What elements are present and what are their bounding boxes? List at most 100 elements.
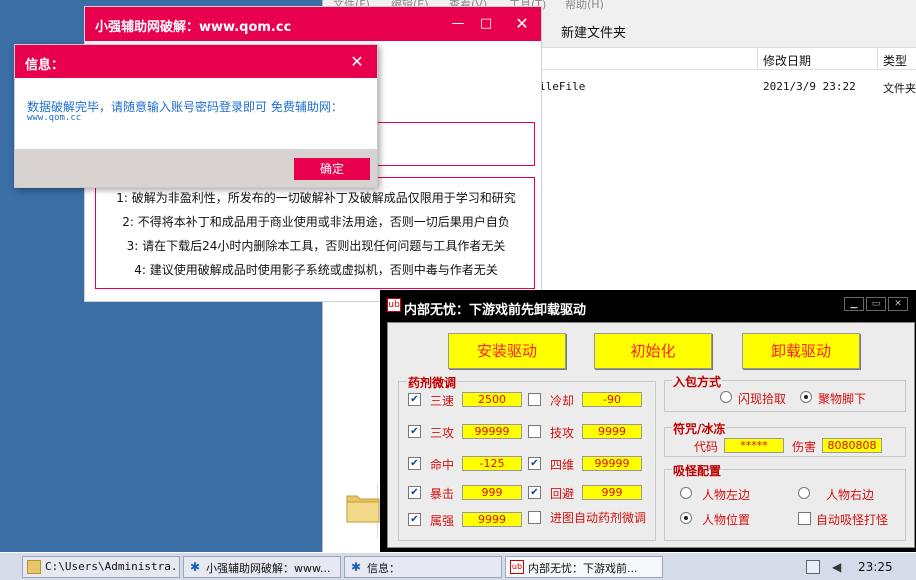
absorb-position-radio[interactable]	[680, 512, 692, 524]
auto-absorb-label: 自动吸怪打怪	[816, 513, 889, 527]
column-separator[interactable]	[877, 48, 878, 70]
absorb-left-radio[interactable]	[680, 487, 692, 499]
skill-attack-label: 技攻	[550, 426, 575, 440]
app-icon: ✱	[189, 560, 201, 574]
info-url: www.qom.cc	[27, 113, 82, 123]
tool-title: 内部无忧：下游戏前先卸载驱动	[404, 303, 587, 318]
auto-potion-checkbox[interactable]	[528, 511, 541, 524]
tool-window: ub 内部无忧：下游戏前先卸载驱动 ▁ ▭ ✕ 安装驱动 初始化 卸载驱动 药剂…	[380, 290, 916, 552]
speed-value[interactable]: 2500	[462, 392, 522, 407]
code-label: 代码	[694, 440, 719, 454]
absorb-right-radio[interactable]	[798, 487, 810, 499]
initialize-button[interactable]: 初始化	[594, 333, 712, 369]
notice-line-1: 1: 破解为非盈利性，所发布的一切破解补丁及破解成品仅限用于学习和研究	[116, 191, 516, 205]
pickup-flash-radio[interactable]	[720, 391, 732, 403]
pickup-flash-label: 闪现拾取	[738, 392, 787, 406]
info-dialog-footer: 确定	[15, 149, 377, 187]
hit-label: 命中	[430, 458, 455, 472]
potion-group-title: 药剂微调	[407, 374, 458, 391]
stats-label: 四维	[550, 458, 575, 472]
clock[interactable]: 23:25	[858, 560, 893, 574]
element-value[interactable]: 9999	[462, 512, 522, 527]
crit-checkbox[interactable]: ✔	[408, 486, 421, 499]
absorb-group	[664, 469, 906, 541]
hit-checkbox[interactable]: ✔	[408, 457, 421, 470]
file-modified: 2021/3/9 23:22	[763, 80, 856, 93]
maximize-icon[interactable]: □	[475, 13, 497, 35]
code-value[interactable]: *****	[724, 438, 784, 453]
uninstall-driver-button[interactable]: 卸载驱动	[742, 333, 860, 369]
dodge-checkbox[interactable]: ✔	[528, 486, 541, 499]
close-icon[interactable]: ✕	[511, 13, 533, 35]
volume-icon[interactable]: ◀	[832, 560, 846, 574]
crack-dialog-title: 小强辅助网破解：www.qom.cc	[95, 20, 292, 35]
crit-value[interactable]: 999	[462, 485, 522, 500]
stats-checkbox[interactable]: ✔	[528, 457, 541, 470]
notice-line-4: 4: 建议使用破解成品时使用影子系统或虚拟机，否则中毒与作者无关	[134, 263, 498, 277]
taskbar-item-crack-dialog[interactable]: ✱ 小强辅助网破解：www...	[183, 556, 341, 578]
cooldown-label: 冷却	[550, 394, 575, 408]
pickup-group-title: 入包方式	[672, 373, 723, 390]
taskbar-item-label: C:\Users\Administra...	[45, 560, 180, 573]
menu-help[interactable]: 帮助(H)	[565, 0, 604, 10]
speed-label: 三速	[430, 394, 455, 408]
file-type: 文件夹	[883, 82, 916, 95]
hit-value[interactable]: -125	[462, 456, 522, 471]
cooldown-value[interactable]: -90	[582, 392, 642, 407]
element-label: 属强	[430, 514, 455, 528]
close-icon[interactable]: ✕	[888, 297, 908, 311]
taskbar-item-explorer[interactable]: C:\Users\Administra...	[22, 556, 180, 578]
new-folder-button[interactable]: 新建文件夹	[561, 22, 626, 41]
network-icon[interactable]	[806, 560, 820, 574]
pickup-feet-radio[interactable]	[800, 391, 812, 403]
crack-dialog-notice-box: 1: 破解为非盈利性，所发布的一切破解补丁及破解成品仅限用于学习和研究 2: 不…	[95, 177, 535, 289]
speed-checkbox[interactable]: ✔	[408, 393, 421, 406]
skill-attack-checkbox[interactable]	[528, 425, 541, 438]
install-driver-button[interactable]: 安装驱动	[448, 333, 566, 369]
minimize-icon[interactable]: —	[447, 13, 469, 35]
minimize-icon[interactable]: ▁	[844, 297, 864, 311]
attack-checkbox[interactable]: ✔	[408, 425, 421, 438]
notice-line-2: 2: 不得将本补丁和成品用于商业使用或非法用途，否则一切后果用户自负	[122, 215, 510, 229]
pickup-feet-label: 聚物脚下	[818, 392, 867, 406]
skill-attack-value[interactable]: 9999	[582, 424, 642, 439]
crack-dialog-titlebar[interactable]: 小强辅助网破解：www.qom.cc — □ ✕	[85, 7, 541, 41]
taskbar-item-tool[interactable]: ub 内部无忧：下游戏前...	[505, 556, 663, 578]
crit-label: 暴击	[430, 487, 455, 501]
stats-value[interactable]: 99999	[582, 456, 642, 471]
freeze-group-title: 符咒/冰冻	[672, 420, 727, 437]
absorb-left-label: 人物左边	[702, 488, 751, 502]
damage-value[interactable]: 8080808	[822, 438, 882, 453]
tool-body: 安装驱动 初始化 卸载驱动 药剂微调 ✔ 三速 2500 冷却 -90 ✔ 三攻…	[387, 322, 915, 548]
ok-button[interactable]: 确定	[294, 158, 370, 180]
info-dialog-titlebar[interactable]: 信息： ✕	[15, 45, 377, 78]
folder-icon	[27, 560, 41, 574]
column-separator[interactable]	[757, 48, 758, 70]
auto-absorb-checkbox[interactable]	[798, 512, 811, 525]
taskbar-item-label: 信息：	[367, 562, 400, 575]
close-icon[interactable]: ✕	[345, 50, 369, 74]
taskbar: C:\Users\Administra... ✱ 小强辅助网破解：www... …	[0, 552, 916, 580]
taskbar-item-info[interactable]: ✱ 信息：	[344, 556, 502, 578]
damage-label: 伤害	[792, 440, 817, 454]
dodge-label: 回避	[550, 487, 575, 501]
attack-value[interactable]: 99999	[462, 424, 522, 439]
app-icon: ub	[510, 560, 524, 574]
cooldown-checkbox[interactable]	[528, 393, 541, 406]
absorb-right-label: 人物右边	[826, 488, 875, 502]
column-type[interactable]: 类型	[883, 52, 907, 69]
info-dialog-title: 信息：	[25, 58, 65, 73]
file-name: ileFile	[539, 80, 586, 93]
auto-potion-label: 进图自动药剂微调	[550, 511, 647, 525]
absorb-group-title: 吸怪配置	[672, 462, 723, 479]
element-checkbox[interactable]: ✔	[408, 513, 421, 526]
taskbar-item-label: 内部无忧：下游戏前...	[528, 562, 638, 575]
column-modified[interactable]: 修改日期	[763, 52, 811, 69]
notice-line-3: 3: 请在下载后24小时内删除本工具，否则出现任何问题与工具作者无关	[126, 239, 506, 253]
folder-icon[interactable]	[343, 486, 383, 526]
maximize-icon[interactable]: ▭	[866, 297, 886, 311]
attack-label: 三攻	[430, 426, 455, 440]
dodge-value[interactable]: 999	[582, 485, 642, 500]
tool-titlebar[interactable]: ub 内部无忧：下游戏前先卸载驱动 ▁ ▭ ✕	[382, 292, 916, 320]
taskbar-item-label: 小强辅助网破解：www...	[206, 562, 331, 575]
